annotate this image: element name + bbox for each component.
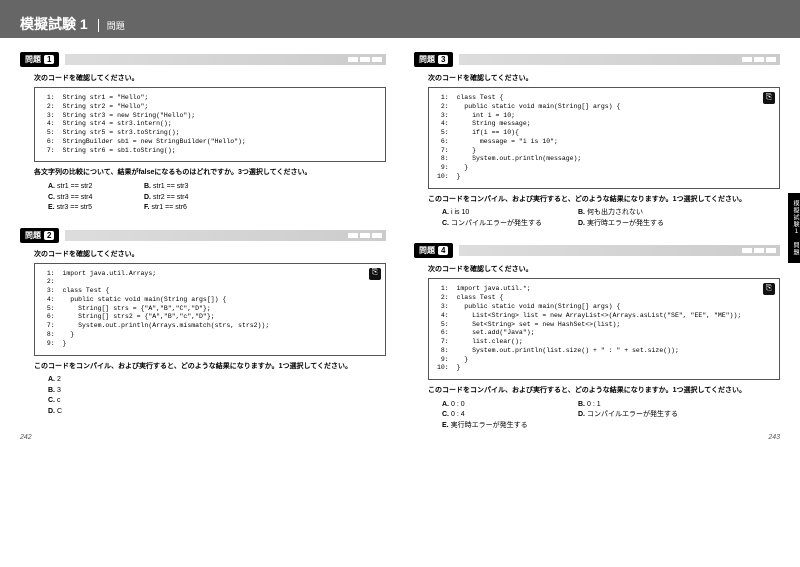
q4-bar [459, 245, 780, 256]
q3-label: 問題 [419, 54, 435, 65]
q2-bar [65, 230, 386, 241]
left-page-num: 242 [20, 434, 32, 441]
copy-icon[interactable]: ⎘ [369, 268, 381, 280]
q1-header: 問題 1 [20, 52, 386, 67]
q2-options: A.2 B.3 C.c D.C [48, 375, 386, 417]
q1-question: 各文字列の比較について、結果がfalseになるものはどれですか。3つ選択してくだ… [34, 168, 386, 178]
q1-code: 1: String str1 = "Hello"; 2: String str2… [34, 87, 386, 162]
q4-badge: 問題 4 [414, 243, 453, 258]
q3-options: A.i is 10B.何も出力されない C.コンパイルエラーが発生するD.実行時… [442, 208, 780, 229]
q2-label: 問題 [25, 230, 41, 241]
q4-num: 4 [438, 246, 448, 255]
q4-header: 問題 4 [414, 243, 780, 258]
copy-icon[interactable]: ⎘ [763, 283, 775, 295]
q4-code: ⎘ 1: import java.util.*; 2: class Test {… [428, 278, 780, 380]
q1-instruction: 次のコードを確認してください。 [34, 73, 386, 83]
q4-question: このコードをコンパイル、および実行すると、どのような結果になりますか。1つ選択し… [428, 386, 780, 396]
q4-options: A.0 : 0B.0 : 1 C.0 : 4D.コンパイルエラーが発生する E.… [442, 400, 780, 432]
right-page: 問題 3 次のコードを確認してください。 ⎘ 1: class Test { 2… [400, 38, 800, 441]
q3-header: 問題 3 [414, 52, 780, 67]
right-page-num: 243 [768, 434, 780, 441]
left-page: 問題 1 次のコードを確認してください。 1: String str1 = "H… [0, 38, 400, 441]
header-title: 模擬試験 1 [20, 14, 88, 34]
q2-header: 問題 2 [20, 228, 386, 243]
q4-label: 問題 [419, 245, 435, 256]
q3-code: ⎘ 1: class Test { 2: public static void … [428, 87, 780, 189]
page-header: 模擬試験 1 問題 [0, 10, 800, 38]
q3-instruction: 次のコードを確認してください。 [428, 73, 780, 83]
q1-num: 1 [44, 55, 54, 64]
q3-bar [459, 54, 780, 65]
top-band [0, 0, 800, 10]
q2-num: 2 [44, 231, 54, 240]
page-spread: 問題 1 次のコードを確認してください。 1: String str1 = "H… [0, 38, 800, 441]
q1-options: A.str1 == str2B.str1 == str3 C.str3 == s… [48, 182, 386, 214]
q2-question: このコードをコンパイル、および実行すると、どのような結果になりますか。1つ選択し… [34, 362, 386, 372]
q2-code: ⎘ 1: import java.util.Arrays; 2: 3: clas… [34, 263, 386, 356]
copy-icon[interactable]: ⎘ [763, 92, 775, 104]
q2-instruction: 次のコードを確認してください。 [34, 249, 386, 259]
q3-badge: 問題 3 [414, 52, 453, 67]
q1-label: 問題 [25, 54, 41, 65]
q1-badge: 問題 1 [20, 52, 59, 67]
q3-question: このコードをコンパイル、および実行すると、どのような結果になりますか。1つ選択し… [428, 195, 780, 205]
q4-instruction: 次のコードを確認してください。 [428, 264, 780, 274]
header-sub: 問題 [98, 19, 125, 32]
q3-num: 3 [438, 55, 448, 64]
q2-badge: 問題 2 [20, 228, 59, 243]
side-tab: 模擬試験１ 問題 [788, 193, 800, 263]
q1-bar [65, 54, 386, 65]
